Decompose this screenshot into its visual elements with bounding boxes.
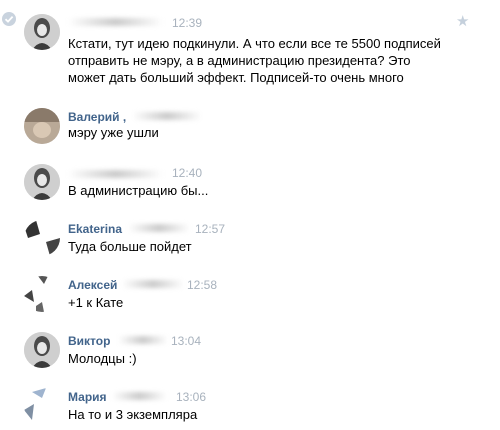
redacted-sender-name bbox=[128, 224, 190, 232]
sender-name[interactable]: Валерий , bbox=[68, 110, 126, 124]
message-item: Алексей 12:58 +1 к Кате bbox=[0, 270, 500, 325]
avatar[interactable] bbox=[24, 332, 60, 368]
avatar[interactable] bbox=[24, 220, 60, 256]
message-text-line: На то и 3 экземпляра bbox=[68, 407, 198, 422]
avatar[interactable] bbox=[24, 14, 60, 50]
check-circle-icon bbox=[2, 12, 16, 26]
message-text-line: Туда больше пойдет bbox=[68, 239, 192, 254]
sender-name[interactable]: Алексей bbox=[68, 278, 117, 292]
avatar[interactable] bbox=[24, 388, 60, 424]
message-text-line: отправить не мэру, а в администрацию пре… bbox=[68, 53, 411, 68]
message-text-line: В администрацию бы... bbox=[68, 183, 209, 198]
redacted-sender-name bbox=[68, 170, 163, 178]
message-text-line: мэру уже ушли bbox=[68, 125, 159, 140]
avatar[interactable] bbox=[24, 108, 60, 144]
redacted-sender-name bbox=[68, 18, 163, 26]
message-item: Ekaterina 12:57 Туда больше пойдет bbox=[0, 214, 500, 269]
chat-history: 12:39 ★ Кстати, тут идею подкинули. А чт… bbox=[0, 0, 500, 430]
message-item: Виктор 13:04 Молодцы :) bbox=[0, 326, 500, 381]
message-text-line: Кстати, тут идею подкинули. А что если в… bbox=[68, 36, 441, 51]
sender-name[interactable]: Мария bbox=[68, 390, 107, 404]
message-time[interactable]: 12:39 bbox=[172, 16, 202, 30]
avatar[interactable] bbox=[24, 164, 60, 200]
message-text-line: +1 к Кате bbox=[68, 295, 124, 310]
star-icon[interactable]: ★ bbox=[456, 14, 469, 29]
sender-name[interactable]: Виктор bbox=[68, 334, 110, 348]
message-time[interactable]: 12:57 bbox=[195, 222, 225, 236]
message-time[interactable]: 13:04 bbox=[171, 334, 201, 348]
message-item: Валерий , мэру уже ушли bbox=[0, 100, 500, 155]
message-item: 12:40 В администрацию бы... bbox=[0, 158, 500, 213]
message-text-line: может дать больший эффект. Подписей-то о… bbox=[68, 70, 404, 85]
sender-name[interactable]: Ekaterina bbox=[68, 222, 122, 236]
message-text-line: Молодцы :) bbox=[68, 351, 137, 366]
redacted-sender-name bbox=[112, 392, 167, 400]
avatar[interactable] bbox=[24, 276, 60, 312]
redacted-sender-name bbox=[122, 280, 184, 288]
message-item: Мария 13:06 На то и 3 экземпляра bbox=[0, 382, 500, 430]
redacted-sender-name bbox=[118, 336, 168, 344]
message-item: 12:39 ★ Кстати, тут идею подкинули. А чт… bbox=[0, 0, 500, 95]
message-time[interactable]: 13:06 bbox=[176, 390, 206, 404]
message-time[interactable]: 12:58 bbox=[187, 278, 217, 292]
message-time[interactable]: 12:40 bbox=[172, 166, 202, 180]
redacted-sender-name bbox=[132, 112, 202, 120]
